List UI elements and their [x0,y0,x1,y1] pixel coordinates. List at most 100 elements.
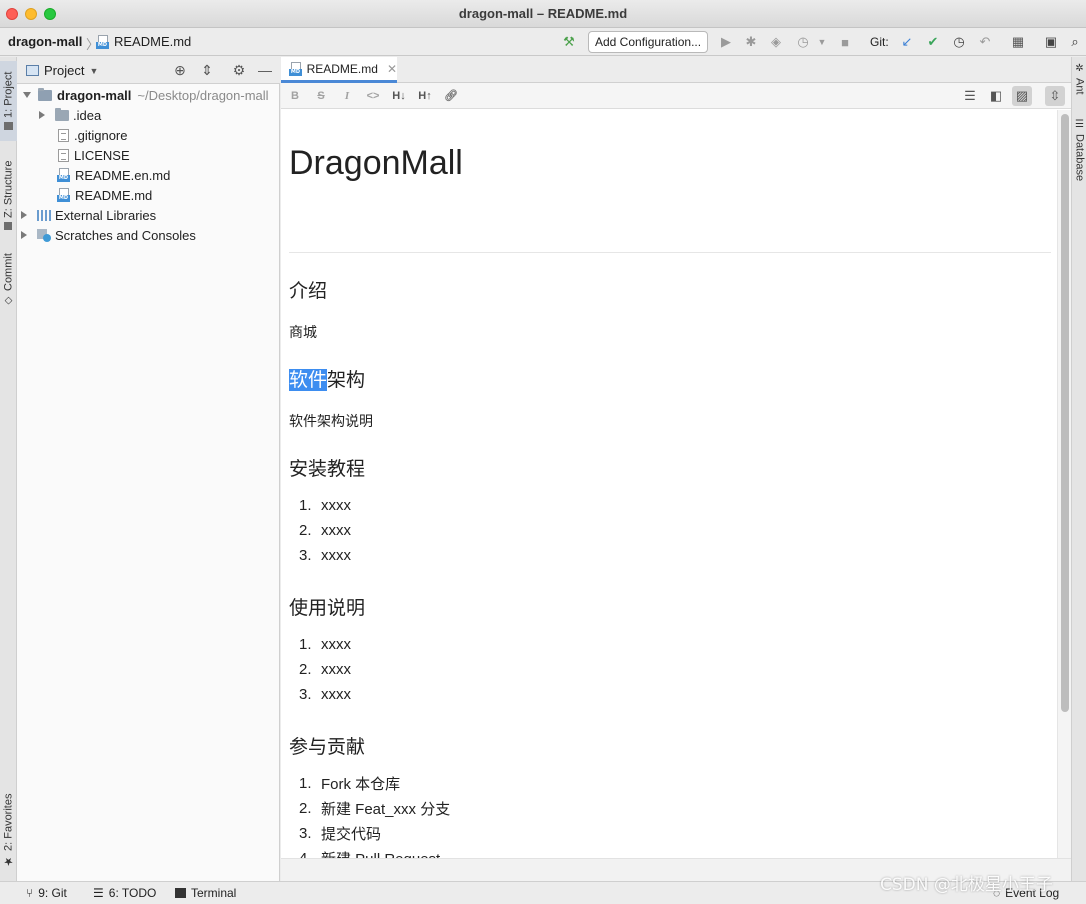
split-view-icon[interactable]: ◧ [986,86,1006,106]
breadcrumb-project[interactable]: dragon-mall [8,34,82,49]
tree-root-dragon-mall[interactable]: dragon-mall ~/Desktop/dragon-mall [17,85,280,105]
folder-icon [55,107,69,121]
hide-panel-icon[interactable]: — [256,62,274,80]
chevron-down-icon[interactable]: ▼ [813,33,831,51]
tree-item-readme[interactable]: MD README.md [17,185,280,205]
project-structure-icon[interactable]: ▦ [1009,33,1027,51]
list-item-text: Fork 本仓库 [321,776,401,793]
terminal-icon [175,888,186,898]
git-rollback-icon[interactable]: ↶ [976,33,994,51]
expand-arrow-icon[interactable] [21,231,27,239]
paragraph-architecture: 软件架构说明 [289,414,373,430]
markdown-file-icon: MD [57,188,71,202]
tool-tab-ant-label: Ant [1073,78,1086,95]
add-configuration-button[interactable]: Add Configuration... [588,31,709,53]
search-everywhere-icon[interactable]: ⌕ [1066,33,1084,51]
text-file-icon [58,148,69,162]
tool-tab-commit[interactable]: ◇ Commit [0,249,17,311]
list-item: 3. 提交代码 [299,821,450,846]
tool-tab-database[interactable]: ☰ Database [1072,119,1086,189]
project-panel: Project ▼ ⊕ ⇕ ⚙ — dragon-mall ~/Desktop/… [17,57,280,881]
tool-tab-git[interactable]: ⑂ 9: Git [26,886,67,900]
editor-only-view-icon[interactable]: ☰ [960,86,980,106]
git-history-icon[interactable]: ◷ [950,33,968,51]
tool-tab-favorites[interactable]: ★ 2: Favorites [0,789,17,873]
stop-icon[interactable]: ■ [836,33,854,51]
link-icon[interactable]: 🔗︎ [442,87,460,105]
expand-arrow-icon[interactable] [23,92,31,98]
list-item-text: xxxx [321,661,351,678]
tree-item-gitignore[interactable]: .gitignore [17,125,280,145]
editor-area: MD README.md ✕ B S I <> H↓ H↑ 🔗︎ ☰ ◧ ▨ ⇳… [281,57,1071,881]
list-number: 3. [299,547,312,564]
scratches-icon [37,228,51,242]
debug-icon[interactable]: ✱ [742,33,760,51]
expand-arrow-icon[interactable] [21,211,27,219]
header-down-button[interactable]: H↓ [390,87,408,105]
vertical-scrollbar[interactable] [1057,110,1071,858]
heading-intro: 介绍 [289,280,328,302]
todo-list-icon: ☰ [93,886,104,900]
list-number: 3. [299,686,312,703]
tool-tab-event-log[interactable]: ◌ Event Log [993,886,1059,900]
ant-icon: ✲ [1074,63,1085,74]
run-icon[interactable]: ▶ [717,33,735,51]
gear-icon[interactable]: ⚙ [230,62,248,80]
project-view-icon [26,65,39,76]
star-icon: ★ [3,855,15,869]
tab-readme[interactable]: MD README.md ✕ [281,57,397,83]
project-folder-icon [38,87,52,101]
collapse-all-icon[interactable]: ⇕ [198,62,216,80]
horizontal-scrollbar[interactable] [281,858,1071,881]
window-title: dragon-mall – README.md [458,6,628,21]
profile-icon[interactable]: ◷ [794,33,812,51]
list-item-text: xxxx [321,686,351,703]
coverage-icon[interactable]: ◈ [767,33,785,51]
folder-icon [4,122,13,131]
bold-button[interactable]: B [286,87,304,105]
close-icon[interactable]: ✕ [387,62,397,76]
list-item: 2. xxxx [299,657,351,682]
strikethrough-button[interactable]: S [312,87,330,105]
expand-arrow-icon[interactable] [39,111,45,119]
list-number: 1. [299,636,312,653]
event-log-icon: ◌ [993,886,1001,900]
scroll-sync-icon[interactable]: ⇳ [1045,86,1065,106]
project-panel-title: Project [44,63,85,78]
presentation-mode-icon[interactable]: ▣ [1042,33,1060,51]
breadcrumb-file[interactable]: MD README.md [96,34,191,49]
tree-item-readme-en[interactable]: MD README.en.md [17,165,280,185]
heading-usage: 使用说明 [289,597,366,619]
build-hammer-icon[interactable]: ⚒ [560,33,578,51]
tool-tab-ant[interactable]: ✲ Ant [1072,63,1086,107]
git-update-icon[interactable]: ↙ [898,33,916,51]
preview-only-view-icon[interactable]: ▨ [1012,86,1032,106]
git-commit-icon[interactable]: ✔ [924,33,942,51]
gitignore-file-icon [58,128,69,142]
title-bar: dragon-mall – README.md [0,0,1086,28]
tree-item-license[interactable]: LICENSE [17,145,280,165]
tree-root-label: dragon-mall [57,87,132,103]
header-up-button[interactable]: H↑ [416,87,434,105]
list-item: 3. xxxx [299,543,351,568]
editor-tab-bar: MD README.md ✕ [281,57,1071,83]
tree-item-scratches[interactable]: Scratches and Consoles [17,225,280,245]
selected-text[interactable]: 软件 [289,369,328,391]
tree-item-label: .idea [73,107,102,123]
code-button[interactable]: <> [364,87,382,105]
list-contribute: 1. Fork 本仓库 2. 新建 Feat_xxx 分支 3. 提交代码 4.新建 … [299,771,450,858]
tool-tab-structure[interactable]: Z: Structure [0,149,17,241]
tool-tab-todo[interactable]: ☰ 6: TODO [93,886,156,900]
vertical-scrollbar-thumb[interactable] [1061,114,1069,712]
tool-tab-terminal[interactable]: Terminal [175,886,236,900]
tree-item-external-libraries[interactable]: External Libraries [17,205,280,225]
breadcrumb-file-label: README.md [114,34,192,49]
commit-icon: ◇ [3,295,14,307]
italic-button[interactable]: I [338,87,356,105]
tool-tab-project[interactable]: 1: Project [0,61,17,141]
project-view-selector[interactable]: Project ▼ [26,63,98,78]
tree-item-idea[interactable]: .idea [17,105,280,125]
heading-contribute: 参与贡献 [289,736,366,758]
heading-install: 安装教程 [289,458,366,480]
locate-file-icon[interactable]: ⊕ [171,62,189,80]
